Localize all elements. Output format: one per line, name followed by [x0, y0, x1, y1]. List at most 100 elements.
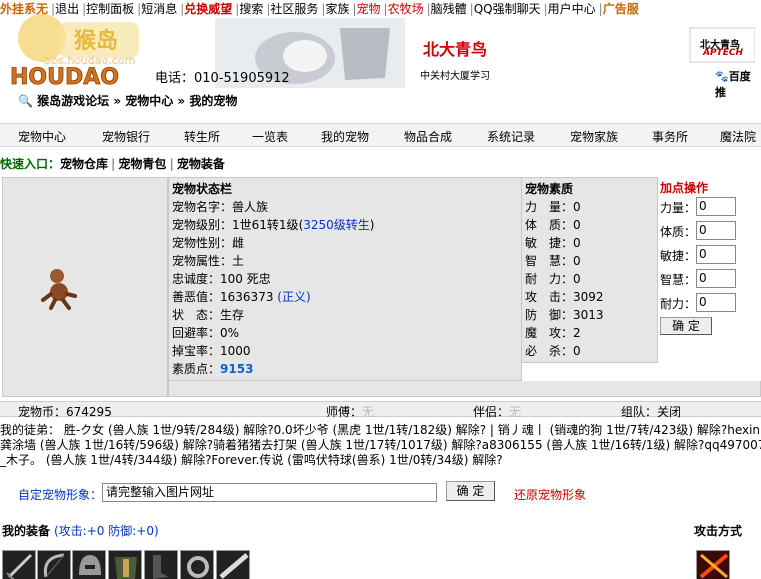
- partner-field: 伴侣：无: [473, 405, 522, 419]
- disciples-line[interactable]: 龚涂墙 (兽人族 1世/16转/596级) 解除?骑着猪猪去打架 (兽人族 1世…: [0, 438, 761, 453]
- logo-text: HOUDAO: [10, 65, 119, 90]
- pet-points: 9153: [220, 362, 254, 376]
- equip-slot-ring[interactable]: [180, 550, 214, 579]
- pet-karma-row: 善恶值：1636373 (正义): [172, 290, 311, 304]
- topbar-item-font[interactable]: 脑残體: [431, 0, 467, 16]
- add-points-title: 加点操作: [660, 181, 709, 195]
- pet-name: 兽人族: [232, 200, 269, 214]
- pet-statusbar: 宠物币：674295 师傅：无 伴侣：无 组队：关闭: [0, 401, 761, 419]
- pet-state-row: 状 态：生存: [172, 308, 245, 322]
- pet-level: 1世61转1级: [232, 218, 299, 232]
- disciples-line[interactable]: _木子。 (兽人族 1世/4转/344级) 解除?Forever.传说 (雷鸣伏…: [0, 453, 761, 468]
- restore-image-link[interactable]: 还原宠物形象: [514, 486, 586, 503]
- master-field: 师傅：无: [326, 405, 375, 419]
- team-field: 组队：关闭: [621, 405, 682, 419]
- nav-system-log[interactable]: 系统记录: [487, 128, 535, 145]
- pet-loyalty-row: 忠诚度：100 死忠: [172, 272, 271, 286]
- add-wisdom-input[interactable]: 0: [696, 269, 736, 288]
- coins-value: 674295: [66, 405, 112, 419]
- quality-row: 体 质：0: [525, 218, 581, 232]
- add-label-wisdom: 智慧：: [660, 273, 697, 287]
- quick-link-bag[interactable]: 宠物青包: [118, 157, 166, 171]
- add-label-constitution: 体质：: [660, 225, 697, 239]
- quick-link-equipment[interactable]: 宠物装备: [177, 157, 225, 171]
- add-constitution-input[interactable]: 0: [696, 221, 736, 240]
- quick-label: 快速入口：: [0, 157, 61, 171]
- quality-title: 宠物素质: [525, 182, 574, 196]
- topbar-item-qq-chat[interactable]: QQ强制聊天: [474, 0, 541, 16]
- nav-rebirth[interactable]: 转生所: [184, 128, 220, 145]
- breadcrumb-text[interactable]: 猴岛游戏论坛 » 宠物中心 » 我的宠物: [37, 94, 237, 108]
- custom-image-confirm-button[interactable]: 确 定: [446, 481, 495, 501]
- pet-nav: 宠物中心 宠物银行 转生所 一览表 我的宠物 物品合成 系统记录 宠物家族 事务…: [0, 123, 761, 147]
- add-strength-input[interactable]: 0: [696, 197, 736, 216]
- nav-list[interactable]: 一览表: [252, 128, 288, 145]
- topbar-item-farm[interactable]: 农牧场: [388, 0, 424, 16]
- quick-entry: 快速入口：宠物仓库 | 宠物青包 | 宠物装备: [0, 157, 225, 171]
- equip-slot-accessory[interactable]: [216, 550, 250, 579]
- quality-row: 敏 捷：0: [525, 236, 581, 250]
- karma-tag: (正义): [277, 290, 311, 304]
- add-agility-input[interactable]: 0: [696, 245, 736, 264]
- site-logo[interactable]: 猴岛 HOUDAO bbs.houdao.com: [4, 4, 154, 90]
- rebirth-link[interactable]: 3250级转生: [303, 218, 370, 232]
- add-endurance-input[interactable]: 0: [696, 293, 736, 312]
- right-logo-aptech: APTECH: [703, 48, 743, 58]
- quality-row: 攻 击：3092: [525, 290, 604, 304]
- custom-image-input[interactable]: 请完整输入图片网址: [102, 483, 437, 502]
- ad-banner[interactable]: 电话：010-51905912 北大青鸟 中关村大厦学习 北大青鸟 APTECH…: [155, 18, 755, 99]
- equip-slot-boots[interactable]: [144, 550, 178, 579]
- pet-avatar-panel: [2, 177, 168, 397]
- quick-link-warehouse[interactable]: 宠物仓库: [60, 157, 108, 171]
- topbar-item-user-center[interactable]: 用户中心: [548, 0, 596, 16]
- add-points-panel: 加点操作 力量： 0 体质： 0 敏捷： 0 智慧： 0 耐力： 0 确 定: [658, 177, 761, 337]
- add-label-endurance: 耐力：: [660, 297, 697, 311]
- add-label-agility: 敏捷：: [660, 249, 697, 263]
- equip-slot-weapon[interactable]: [2, 550, 36, 579]
- status-title: 宠物状态栏: [172, 182, 233, 196]
- phone-text: 电话：010-51905912: [155, 71, 290, 86]
- nav-pet-center[interactable]: 宠物中心: [18, 128, 66, 145]
- main-bottom-strip: [168, 381, 761, 397]
- equip-slot-helmet[interactable]: [72, 550, 106, 579]
- add-points-confirm-button[interactable]: 确 定: [660, 317, 712, 335]
- logo-cn-text: 猴岛: [74, 28, 118, 54]
- nav-office[interactable]: 事务所: [652, 128, 688, 145]
- pet-avatar: [41, 269, 77, 310]
- breadcrumb: 🔍 猴岛游戏论坛 » 宠物中心 » 我的宠物: [18, 92, 237, 109]
- pet-attr-row: 宠物属性：土: [172, 254, 245, 268]
- attack-mode-icon[interactable]: [696, 550, 730, 579]
- custom-image-row: 自定宠物形象： 请完整输入图片网址 确 定 还原宠物形象: [0, 481, 761, 505]
- attack-mode-title: 攻击方式: [694, 524, 743, 538]
- nav-magic[interactable]: 魔法院: [720, 128, 756, 145]
- equip-slot-bow[interactable]: [37, 550, 71, 579]
- nav-synthesis[interactable]: 物品合成: [404, 128, 452, 145]
- quality-row: 必 杀：0: [525, 344, 581, 358]
- pet-drop-row: 掉宝率：1000: [172, 344, 251, 358]
- pet-level-row: 宠物级别：1世61转1级(3250级转生): [172, 218, 375, 232]
- topbar-item-ads[interactable]: 广告服: [603, 0, 639, 16]
- pet-quality-panel: 宠物素质 力 量：0 体 质：0 敏 捷：0 智 慧：0 耐 力：0 攻 击：3…: [521, 177, 658, 363]
- quality-row: 魔 攻：2: [525, 326, 581, 340]
- topbar-item-family[interactable]: 家族: [325, 0, 349, 16]
- baidu-link[interactable]: 🐾百度推: [715, 68, 755, 100]
- disciples-line[interactable]: 我的徒弟： 胜-ク女 (兽人族 1世/9转/284级) 解除?0.0坏少爷 (黑…: [0, 423, 761, 438]
- topbar-item-pets[interactable]: 宠物: [357, 0, 381, 16]
- pet-gender-row: 宠物性别：雌: [172, 236, 245, 250]
- paw-icon: 🐾: [715, 70, 729, 83]
- disciples-list: 我的徒弟： 胜-ク女 (兽人族 1世/9转/284级) 解除?0.0坏少爷 (黑…: [0, 423, 761, 468]
- nav-pet-family[interactable]: 宠物家族: [570, 128, 618, 145]
- custom-image-label: 自定宠物形象：: [18, 488, 103, 502]
- search-icon: 🔍: [18, 94, 33, 108]
- equipment-title: 我的装备: [2, 524, 51, 538]
- topbar-item-community[interactable]: 社区服务: [270, 0, 318, 16]
- quality-row: 智 慧：0: [525, 254, 581, 268]
- nav-pet-bank[interactable]: 宠物银行: [102, 128, 150, 145]
- nav-my-pet[interactable]: 我的宠物: [321, 128, 369, 145]
- equip-slot-armor[interactable]: [108, 550, 142, 579]
- topbar-item-search[interactable]: 搜索: [239, 0, 263, 16]
- quality-row: 耐 力：0: [525, 272, 581, 286]
- quality-row: 防 御：3013: [525, 308, 604, 322]
- pet-main: 宠物状态栏 宠物名字：兽人族 宠物级别：1世61转1级(3250级转生) 宠物性…: [0, 177, 761, 397]
- topbar-item-exchange[interactable]: 兑换威望: [184, 0, 232, 16]
